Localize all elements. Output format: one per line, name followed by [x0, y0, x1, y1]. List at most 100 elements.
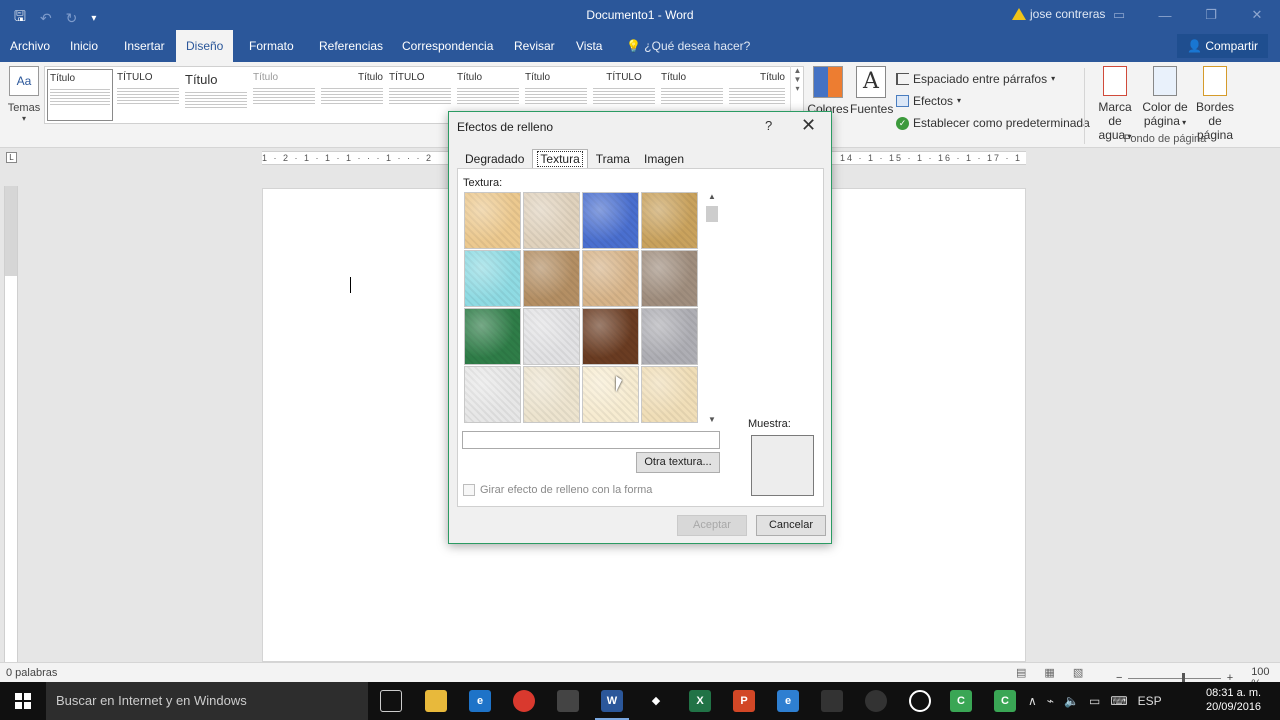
text-cursor — [350, 277, 351, 293]
texture-lienzo[interactable] — [523, 192, 580, 249]
tab-revisar[interactable]: Revisar — [504, 30, 565, 62]
language-indicator[interactable]: ESP — [1138, 694, 1162, 708]
effects-icon — [896, 95, 909, 107]
style-set-title: Título — [50, 73, 76, 84]
start-button[interactable] — [0, 682, 46, 720]
taskbar-search[interactable]: Buscar en Internet y en Windows — [46, 682, 368, 720]
style-set-5[interactable]: Título — [319, 69, 385, 121]
word-count[interactable]: 0 palabras — [6, 667, 57, 679]
app-icon-2[interactable] — [865, 690, 887, 712]
tab-imagen[interactable]: Imagen — [638, 149, 690, 169]
cancelar-button[interactable]: Cancelar — [756, 515, 826, 536]
tab-textura[interactable]: Textura — [532, 149, 588, 169]
chrome-icon[interactable] — [513, 690, 535, 712]
texture-papel-ramo[interactable] — [641, 366, 698, 423]
texture-marmol-blanco[interactable] — [523, 308, 580, 365]
tab-correspondencia[interactable]: Correspondencia — [392, 30, 503, 62]
texture-granito[interactable] — [641, 308, 698, 365]
share-button[interactable]: 👤 Compartir — [1177, 34, 1268, 58]
store-icon[interactable] — [557, 690, 579, 712]
texture-fosil[interactable] — [582, 250, 639, 307]
scroll-up-icon[interactable]: ▲ — [705, 192, 719, 201]
style-set-1[interactable]: Título — [47, 69, 113, 121]
texture-bolsa-papel[interactable] — [523, 250, 580, 307]
texture-papel-periodico[interactable] — [464, 366, 521, 423]
texture-arpillera[interactable] — [641, 192, 698, 249]
tab-archivo[interactable]: Archivo — [0, 30, 60, 62]
excel-icon[interactable]: X — [689, 690, 711, 712]
aceptar-button[interactable]: Aceptar — [677, 515, 747, 536]
ribbon-display-options-icon[interactable]: ▭ — [1096, 0, 1142, 30]
texture-marmol-verde[interactable] — [464, 308, 521, 365]
minimize-icon[interactable]: — — [1142, 0, 1188, 30]
action-center-icon[interactable]: ▭ — [1089, 694, 1100, 708]
texture-tela-vaquera[interactable] — [582, 192, 639, 249]
watermark-icon — [1103, 66, 1127, 96]
tab-vista[interactable]: Vista — [566, 30, 612, 62]
color-pagina-button[interactable]: Color de página ▾ — [1140, 66, 1190, 130]
texture-marmol-marron[interactable] — [582, 308, 639, 365]
powerpoint-icon[interactable]: P — [733, 690, 755, 712]
tab-degradado[interactable]: Degradado — [459, 149, 530, 169]
volume-icon[interactable]: 🔈 — [1064, 694, 1079, 708]
style-set-2[interactable]: TÍTULO — [115, 69, 181, 121]
close-window-icon[interactable]: ✕ — [1234, 0, 1280, 30]
fuentes-label: Fuentes — [850, 102, 894, 116]
tab-referencias[interactable]: Referencias — [309, 30, 393, 62]
close-icon[interactable]: ✕ — [801, 115, 816, 136]
internet-explorer-icon[interactable]: e — [777, 690, 799, 712]
set-default-button[interactable]: ✓ Establecer como predeterminada — [896, 112, 1090, 134]
style-set-4[interactable]: Título — [251, 69, 317, 121]
color-pagina-label-2: página — [1143, 114, 1180, 128]
otra-textura-button[interactable]: Otra textura... — [636, 452, 720, 473]
efectos-button[interactable]: Efectos ▾ — [896, 90, 1090, 112]
person-icon: 👤 — [1187, 39, 1206, 53]
scroll-down-icon[interactable]: ▼ — [705, 415, 719, 424]
tell-me-search[interactable]: 💡 ¿Qué desea hacer? — [626, 30, 750, 62]
vertical-ruler[interactable] — [4, 186, 18, 662]
texture-pergamino[interactable] — [582, 366, 639, 423]
print-layout-icon[interactable]: ▦ — [1044, 666, 1054, 679]
fuentes-button[interactable]: A Fuentes — [850, 66, 894, 116]
texture-arena[interactable] — [641, 250, 698, 307]
bordes-pagina-button[interactable]: Bordes de página — [1190, 66, 1240, 142]
web-layout-icon[interactable]: ▧ — [1073, 666, 1083, 679]
camtasia-recorder-icon[interactable]: C — [994, 690, 1016, 712]
zoom-slider[interactable] — [1128, 672, 1221, 684]
word-icon[interactable]: W — [595, 690, 629, 720]
texture-gotas-agua[interactable] — [464, 250, 521, 307]
temas-button[interactable]: Aa Temas ▾ — [6, 66, 42, 123]
read-mode-icon[interactable]: ▤ — [1016, 666, 1026, 679]
camtasia-icon[interactable]: C — [950, 690, 972, 712]
dropbox-icon[interactable]: ◆ — [645, 690, 667, 712]
network-icon[interactable]: ⌁ — [1047, 694, 1054, 708]
colores-button[interactable]: Colores — [806, 66, 850, 116]
user-account[interactable]: jose contreras — [1012, 7, 1105, 21]
scroll-thumb[interactable] — [706, 206, 718, 222]
tab-inicio[interactable]: Inicio — [60, 30, 108, 62]
tab-trama[interactable]: Trama — [590, 149, 636, 169]
tab-formato[interactable]: Formato — [239, 30, 304, 62]
show-hidden-icons[interactable]: ∧ — [1028, 694, 1037, 708]
espaciado-button[interactable]: Espaciado entre párrafos ▾ — [896, 68, 1090, 90]
keyboard-icon[interactable]: ⌨ — [1110, 694, 1127, 708]
help-icon[interactable]: ? — [765, 118, 772, 133]
style-set-6[interactable]: TÍTULO — [387, 69, 453, 121]
tab-selector[interactable]: L — [6, 152, 17, 163]
taskbar-clock[interactable]: 08:31 a. m. 20/09/2016 — [1206, 686, 1261, 714]
app-icon-1[interactable] — [821, 690, 843, 712]
edge-icon[interactable]: e — [469, 690, 491, 712]
color-pagina-label: Color de — [1142, 100, 1188, 114]
texture-scrollbar[interactable]: ▲ ▼ — [705, 192, 719, 424]
tab-diseno[interactable]: Diseño — [176, 30, 234, 62]
style-set-title: Título — [253, 72, 279, 83]
tab-insertar[interactable]: Insertar — [114, 30, 175, 62]
maximize-icon[interactable]: ❐ — [1188, 0, 1234, 30]
file-explorer-icon[interactable] — [425, 690, 447, 712]
texture-papiro[interactable] — [464, 192, 521, 249]
style-set-3[interactable]: Título — [183, 69, 249, 121]
texture-papel-reciclado[interactable] — [523, 366, 580, 423]
page-borders-icon — [1203, 66, 1227, 96]
task-view-icon[interactable] — [380, 690, 402, 712]
app-icon-3[interactable] — [909, 690, 931, 712]
